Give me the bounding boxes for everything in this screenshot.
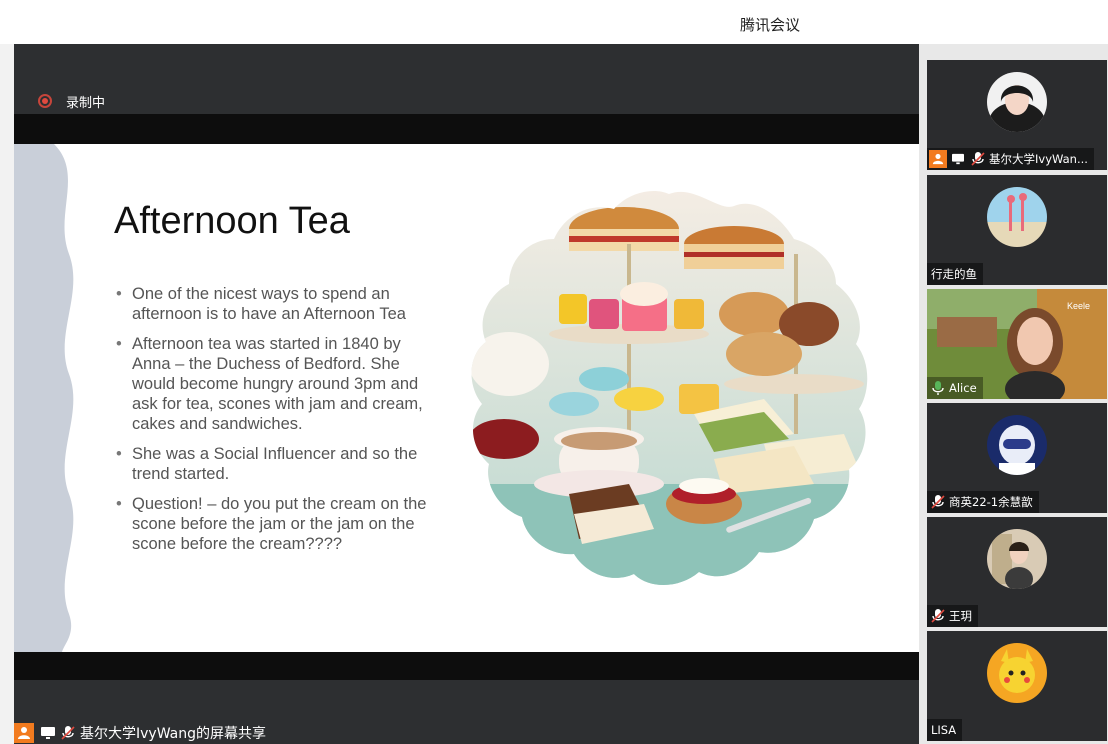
participant-name: 行走的鱼 — [931, 267, 977, 281]
afternoon-tea-image — [471, 190, 868, 586]
presentation-slide: Afternoon Tea One of the nicest ways to … — [14, 144, 919, 652]
slide-bullet: Question! – do you put the cream on the … — [114, 494, 434, 554]
participant-name: 基尔大学IvyWan... — [989, 152, 1088, 166]
participant-name-row: 基尔大学IvyWan... — [927, 148, 1094, 170]
slide-bullet: She was a Social Influencer and so the t… — [114, 444, 434, 484]
slide-letterbox-bottom — [14, 652, 919, 680]
participant-name-row: 商英22-1余慧歆 — [927, 491, 1039, 513]
slide-title: Afternoon Tea — [114, 200, 350, 242]
participant-name-row: LISA — [927, 719, 963, 741]
avatar — [987, 187, 1047, 247]
participant-tile[interactable]: 行走的鱼 — [927, 175, 1107, 285]
participant-name: 王玥 — [949, 609, 972, 623]
participant-name: Alice — [949, 381, 977, 395]
recording-label: 录制中 — [66, 95, 106, 111]
participant-name-row: 行走的鱼 — [927, 263, 983, 285]
avatar — [987, 529, 1047, 589]
participant-sidebar: 基尔大学IvyWan... 行走的鱼 Keele Alice 商英22-1余慧歆… — [919, 44, 1108, 744]
participant-name: 商英22-1余慧歆 — [949, 495, 1033, 509]
participant-tile[interactable]: 商英22-1余慧歆 — [927, 403, 1107, 513]
screen-share-label: 基尔大学IvyWang的屏幕共享 — [80, 726, 266, 742]
participant-tile[interactable]: LISA — [927, 631, 1107, 741]
host-icon — [929, 150, 947, 168]
participant-name: LISA — [931, 723, 957, 737]
video-watermark: Keele — [1067, 301, 1090, 311]
avatar — [987, 415, 1047, 475]
slide-bullet: One of the nicest ways to spend an after… — [114, 284, 434, 324]
muted-mic-icon — [931, 609, 945, 623]
slide-bullet: Afternoon tea was started in 1840 by Ann… — [114, 334, 434, 434]
host-icon — [14, 723, 34, 743]
screen-share-indicator[interactable]: 基尔大学IvyWang的屏幕共享 — [14, 722, 274, 744]
muted-mic-icon — [931, 495, 945, 509]
speaking-mic-icon — [932, 381, 944, 395]
participant-tile[interactable]: 王玥 — [927, 517, 1107, 627]
shared-screen-area: 录制中 Afternoon Tea One of the nicest ways… — [14, 44, 919, 744]
avatar — [987, 643, 1047, 703]
slide-wave-decoration — [14, 144, 74, 652]
title-bar: 腾讯会议 — [0, 0, 1108, 44]
participant-name-row: 王玥 — [927, 605, 978, 627]
muted-mic-icon — [971, 152, 985, 166]
screen-share-icon — [949, 150, 967, 168]
slide-letterbox-top — [14, 114, 919, 144]
participant-name-row: Alice — [927, 377, 983, 399]
app-title: 腾讯会议 — [740, 16, 801, 34]
muted-mic-icon — [60, 723, 76, 743]
screen-share-icon — [38, 723, 58, 743]
slide-bullet-list: One of the nicest ways to spend an after… — [114, 284, 434, 564]
participant-tile-active[interactable]: Keele Alice — [927, 289, 1107, 399]
recording-indicator[interactable]: 录制中 — [14, 88, 919, 114]
avatar — [987, 72, 1047, 132]
participant-tile[interactable]: 基尔大学IvyWan... — [927, 60, 1107, 170]
record-icon — [38, 94, 52, 108]
